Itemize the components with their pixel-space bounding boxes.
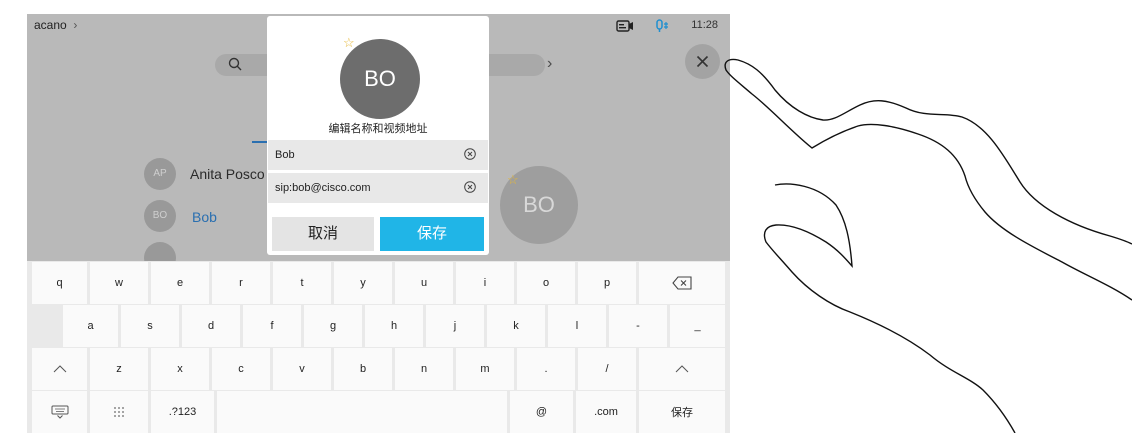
- hand-gesture-illustration: [724, 58, 1132, 433]
